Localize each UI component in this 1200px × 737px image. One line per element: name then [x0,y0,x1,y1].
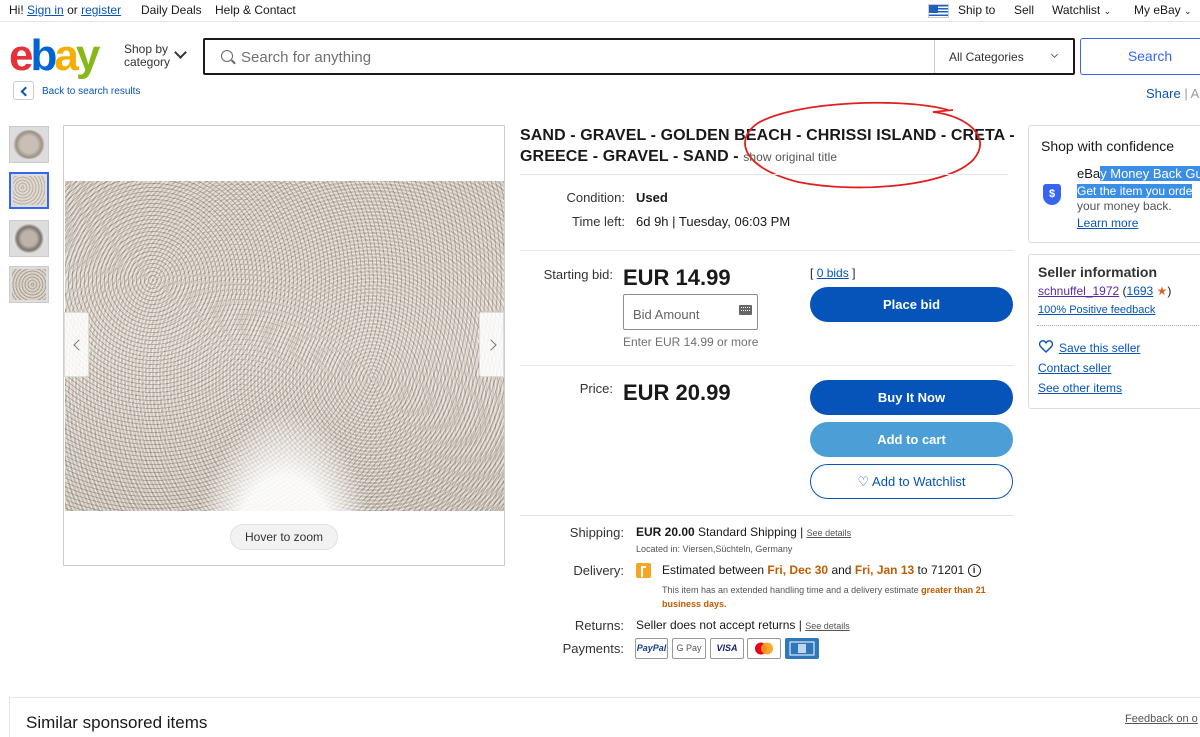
previous-image-button[interactable] [64,312,89,377]
sell-link[interactable]: Sell [1014,3,1034,17]
returns-label: Returns: [574,618,624,633]
place-bid-button[interactable]: Place bid [810,287,1013,322]
shield-icon: $ [1043,184,1061,205]
star-icon: ★ [1156,284,1168,298]
feedback-link[interactable]: Feedback on o [1125,713,1198,725]
starting-bid-label: Starting bid: [543,267,613,282]
greece-flag-icon [928,4,949,18]
back-arrow-icon[interactable] [13,81,34,100]
divider [520,365,1014,366]
confidence-title: Shop with confidence [1041,138,1175,154]
ebay-logo[interactable]: ebay [9,32,100,80]
watchlist-menu[interactable]: Watchlist ⌄ [1052,3,1111,17]
thumbnail[interactable] [9,126,49,163]
delivery-estimate: Estimated between Fri, Dec 30 and Fri, J… [662,563,981,578]
item-title: SAND - GRAVEL - GOLDEN BEACH - CHRISSI I… [520,127,1015,165]
search-button[interactable]: Search [1080,38,1200,75]
add-to-watchlist-button[interactable]: ♡ Add to Watchlist [810,464,1013,499]
bid-amount-input[interactable]: Bid Amount [623,294,758,330]
time-left-value: 6d 9h | Tuesday, 06:03 PM [636,214,791,229]
shipping-details-link[interactable]: See details [807,528,852,538]
divider [520,515,1014,516]
back-to-results-link[interactable]: Back to search results [42,86,140,97]
amex-icon [785,638,819,659]
chevron-down-icon: ⌄ [1103,6,1112,16]
sign-in-link[interactable]: Sign in [27,3,64,17]
bid-hint: Enter EUR 14.99 or more [623,335,759,349]
bids-link[interactable]: 0 bids [817,266,849,280]
seller-info-panel: Seller information schnuffel_1972 (1693 … [1028,254,1200,409]
chevron-down-icon [1050,50,1059,59]
seller-info-title: Seller information [1038,264,1158,280]
similar-items-heading: Similar sponsored items [26,713,208,732]
show-original-title-link[interactable]: show original title [743,150,837,164]
visa-icon: VISA [710,638,744,659]
payments-label: Payments: [562,641,624,656]
top-nav: Hi! Sign in or register Daily Deals Help… [0,0,1200,22]
see-other-items-link[interactable]: See other items [1038,381,1122,395]
chevron-down-icon[interactable] [174,46,187,59]
daily-deals-link[interactable]: Daily Deals [141,3,202,17]
greeting: Hi! Sign in or register [9,3,122,17]
seller-name-row: schnuffel_1972 (1693 ★) [1038,284,1172,298]
buy-it-now-button[interactable]: Buy It Now [810,380,1013,415]
positive-feedback-link[interactable]: 100% Positive feedback [1038,304,1155,316]
time-left-label: Time left: [572,214,625,229]
condition-label: Condition: [566,190,625,205]
shipping-label: Shipping: [569,525,624,540]
returns-value: Seller does not accept returns | See det… [636,618,850,632]
heart-icon[interactable] [1039,340,1053,353]
google-pay-icon: G Pay [672,638,706,659]
guarantee-line: Get the item you orde [1077,184,1193,198]
save-seller-link[interactable]: Save this seller [1059,341,1140,355]
thumbnail[interactable] [9,266,49,303]
keyboard-icon [739,305,752,315]
money-back-guarantee: eBay Money Back Gu [1077,166,1200,181]
shop-by-category[interactable]: Shop by category [124,43,174,69]
delivery-label: Delivery: [573,563,624,578]
search-input[interactable] [241,45,921,69]
returns-details-link[interactable]: See details [805,621,850,631]
divider [1037,325,1200,326]
bids-count: [ 0 bids ] [810,266,856,280]
search-bar: All Categories [203,38,1075,75]
seller-name-link[interactable]: schnuffel_1972 [1038,284,1119,298]
delivery-flag-icon [636,563,651,578]
zoom-hint: Hover to zoom [230,524,338,550]
guarantee-line: your money back. [1077,199,1172,213]
seller-score-link[interactable]: 1693 [1127,284,1154,298]
product-image[interactable] [65,181,504,511]
help-contact-link[interactable]: Help & Contact [215,3,296,17]
thumbnail[interactable] [9,220,49,257]
buy-now-price: EUR 20.99 [623,380,731,405]
category-select[interactable]: All Categories [934,40,1073,73]
learn-more-link[interactable]: Learn more [1077,216,1138,230]
contact-seller-link[interactable]: Contact seller [1038,361,1111,375]
starting-bid-price: EUR 14.99 [623,265,731,290]
register-link[interactable]: register [81,3,121,17]
ship-to-link[interactable]: Ship to [958,3,995,17]
divider [520,174,1008,175]
share-link[interactable]: Share | A [1146,86,1199,101]
mastercard-icon [747,638,781,659]
next-image-button[interactable] [479,312,504,377]
main-image-viewer[interactable]: Hover to zoom [63,125,505,566]
category-label: All Categories [949,50,1024,64]
price-label: Price: [579,381,613,396]
add-to-cart-button[interactable]: Add to cart [810,422,1013,457]
my-ebay-menu[interactable]: My eBay ⌄ [1134,3,1192,17]
info-icon[interactable]: i [967,564,981,578]
thumbnail-selected[interactable] [9,172,49,209]
shipping-value: EUR 20.00 Standard Shipping | See detail… [636,525,852,539]
paypal-icon: PayPal [635,638,668,659]
item-location: Located in: Viersen,Süchteln, Germany [636,544,793,554]
condition-value: Used [636,190,668,205]
divider [520,250,1014,251]
delivery-note: This item has an extended handling time … [662,585,986,609]
chevron-down-icon: ⌄ [1184,6,1192,16]
search-icon [221,50,233,62]
